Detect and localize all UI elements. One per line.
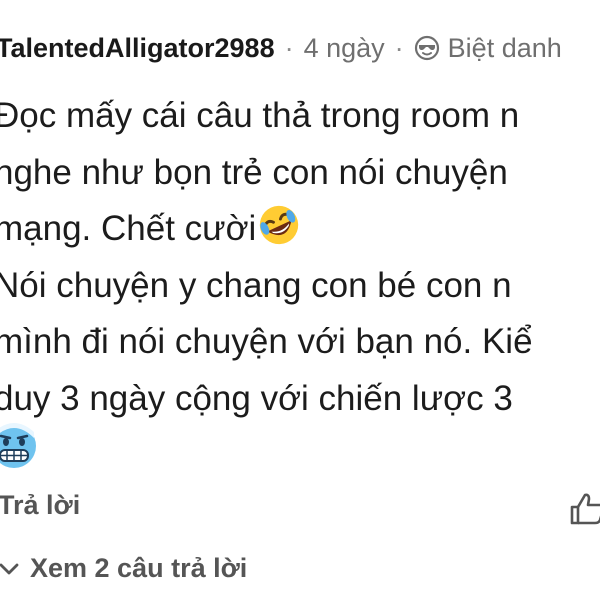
meta-separator: ·	[284, 32, 294, 63]
comment-header: TalentedAlligator2988 · 4 ngày · Biệt da…	[0, 28, 562, 68]
comment-line: Nói chuyện y chang con bé con n	[0, 265, 512, 305]
cold-face-emoji	[0, 423, 36, 468]
sunglasses-icon	[414, 35, 439, 61]
comment-line: Đọc mấy cái câu thả trong room n	[0, 96, 520, 135]
comment-body: Đọc mấy cái câu thả trong room n nghe nh…	[0, 88, 600, 427]
more-replies-label: Xem 2 câu trả lời	[30, 553, 248, 583]
comment-line-text: mạng. Chết cười	[0, 209, 257, 248]
chevron-down-icon	[0, 563, 19, 574]
comment-line: mình đi nói chuyện với bạn nó. Kiể	[0, 322, 533, 361]
comment-card: TalentedAlligator2988 · 4 ngày · Biệt da…	[0, 0, 600, 600]
meta-separator: ·	[394, 32, 404, 63]
thumbs-up-icon[interactable]	[568, 490, 600, 528]
username-link[interactable]: TalentedAlligator2988	[0, 33, 275, 64]
comment-age: 4 ngày	[303, 32, 385, 63]
user-flair: Biệt danh	[447, 32, 562, 63]
comment-line-with-emoji: mạng. Chết cười	[0, 201, 600, 258]
comment-line: duy 3 ngày cộng với chiến lược 3	[0, 378, 513, 418]
rolling-on-floor-laughing-emoji	[260, 205, 299, 245]
more-replies-button[interactable]: Xem 2 câu trả lời	[0, 553, 247, 584]
comment-line: nghe như bọn trẻ con nói chuyện	[0, 152, 508, 192]
reply-button[interactable]: Trả lời	[0, 490, 80, 521]
